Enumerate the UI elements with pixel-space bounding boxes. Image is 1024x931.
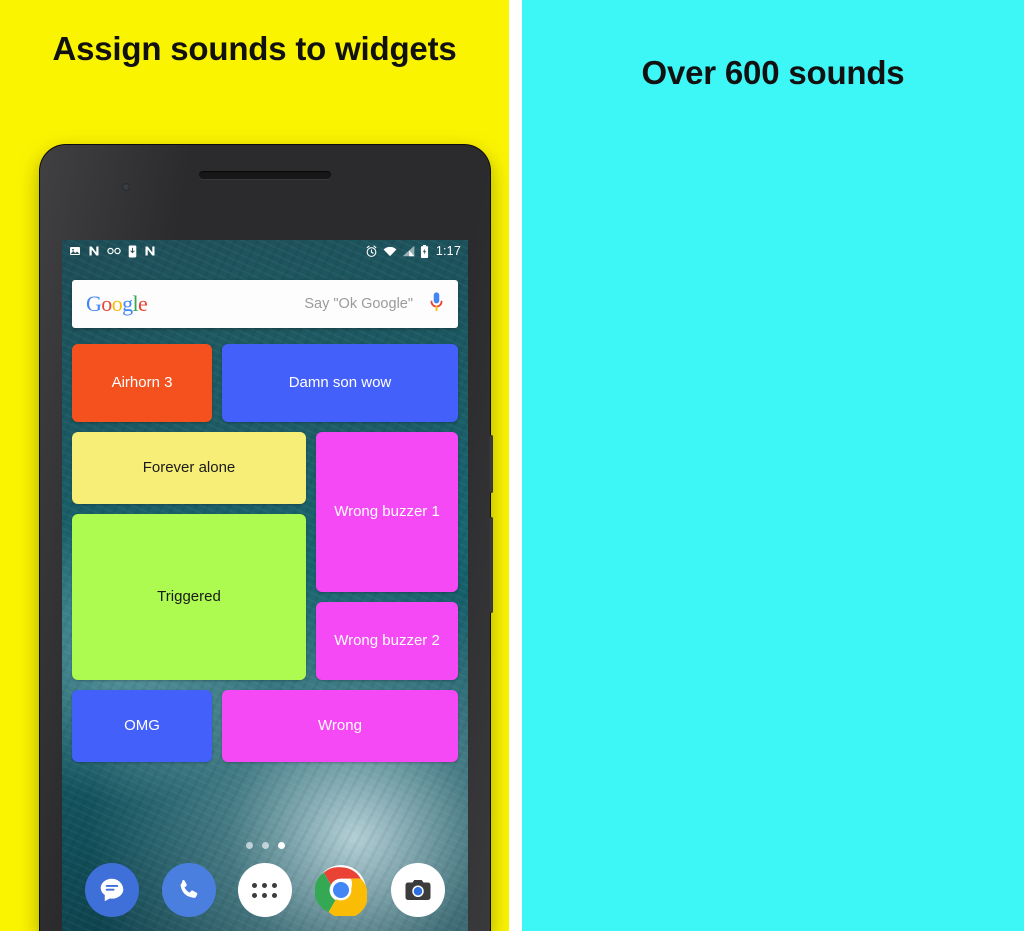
widget-tile-omg[interactable]: OMG [72, 690, 212, 762]
widget-tile-damn-son-wow[interactable]: Damn son wow [222, 344, 458, 422]
volume-button[interactable] [489, 517, 493, 613]
earpiece-speaker [199, 171, 331, 179]
messages-icon[interactable] [85, 863, 140, 917]
n-app-icon [88, 245, 100, 257]
google-logo: Google [86, 291, 148, 316]
sound-widget-area: Airhorn 3 Damn son wow Forever alone Tri… [72, 344, 458, 772]
page-dot-active[interactable] [277, 842, 285, 849]
widget-row-3: OMG Wrong [72, 690, 458, 762]
widget-tile-triggered[interactable]: Triggered [72, 514, 306, 680]
voicemail-icon [107, 246, 121, 256]
camera-icon[interactable] [390, 863, 445, 917]
signal-icon [402, 245, 415, 257]
widget-tile-wrong[interactable]: Wrong [222, 690, 458, 762]
microphone-icon[interactable] [429, 291, 444, 318]
widget-tile-wrong-buzzer-1[interactable]: Wrong buzzer 1 [316, 432, 458, 592]
device-icon [128, 245, 137, 258]
wifi-icon [383, 246, 397, 257]
front-camera-icon [122, 183, 130, 191]
widget-tile-wrong-buzzer-2[interactable]: Wrong buzzer 2 [316, 602, 458, 680]
status-bar: 1:17 [62, 240, 468, 262]
power-button[interactable] [489, 435, 493, 493]
search-hint-text: Say "Ok Google" [304, 296, 413, 312]
phone-mockup-left: 1:17 Google Say "Ok Google" Airhorn 3 Da… [40, 145, 493, 931]
widget-tile-forever-alone[interactable]: Forever alone [72, 432, 306, 504]
widget-row-2: Forever alone Triggered Wrong buzzer 1 W… [72, 432, 458, 680]
phone-icon[interactable] [161, 863, 216, 917]
page-dot[interactable] [261, 842, 269, 849]
battery-icon [420, 244, 429, 258]
n-app-icon-2 [144, 245, 156, 257]
widget-tile-airhorn-3[interactable]: Airhorn 3 [72, 344, 212, 422]
panel-divider [509, 0, 522, 931]
google-search-widget[interactable]: Google Say "Ok Google" [72, 280, 458, 328]
left-promo-panel: Assign sounds to widgets 1:17 Google Say… [0, 0, 509, 931]
image-icon [69, 245, 81, 257]
app-store-screenshot-pair: Assign sounds to widgets 1:17 Google Say… [0, 0, 1024, 931]
home-page-indicator [62, 842, 468, 849]
right-promo-panel: Over 600 sounds 4G [522, 0, 1024, 931]
phone-screen-left: 1:17 Google Say "Ok Google" Airhorn 3 Da… [62, 240, 468, 931]
alarm-icon [365, 245, 378, 258]
app-drawer-icon[interactable] [237, 863, 292, 917]
page-dot[interactable] [245, 842, 253, 849]
home-dock [62, 853, 468, 927]
status-bar-clock: 1:17 [435, 244, 461, 258]
right-panel-headline: Over 600 sounds [641, 54, 905, 91]
widget-row-1: Airhorn 3 Damn son wow [72, 344, 458, 422]
chrome-icon[interactable] [314, 863, 368, 917]
left-panel-headline: Assign sounds to widgets [52, 30, 457, 67]
